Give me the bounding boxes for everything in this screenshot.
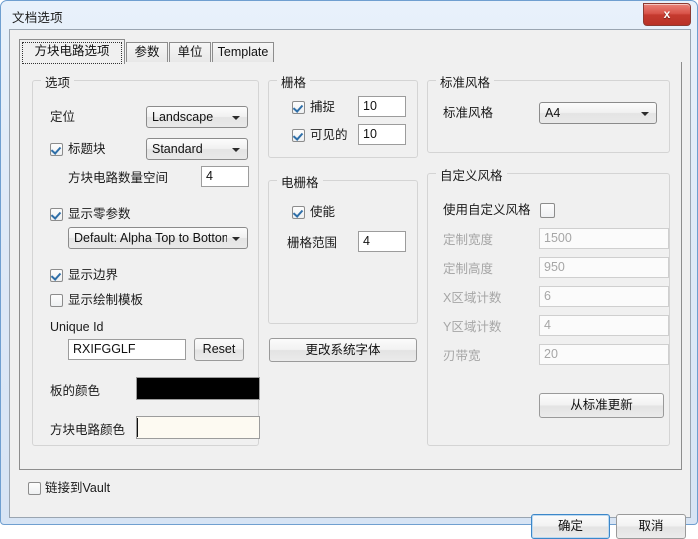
x-zones-label: X区域计数 — [443, 291, 502, 305]
sheet-number-space-input[interactable]: 4 — [201, 166, 249, 187]
tab-template[interactable]: Template — [212, 42, 274, 63]
show-template-label: 显示绘制模板 — [68, 293, 144, 307]
options-group: 选项 定位 Landscape 标题块 Standard 方块电路数量空间 4 … — [32, 72, 260, 446]
sheet-number-space-label: 方块电路数量空间 — [68, 171, 169, 185]
standard-style-group: 标准风格 标准风格 A4 — [427, 72, 670, 153]
tab-template-label: Template — [217, 45, 269, 59]
visible-grid-input[interactable]: 10 — [358, 124, 406, 145]
title-block-checkbox[interactable] — [50, 143, 63, 156]
custom-height-label: 定制高度 — [443, 262, 494, 276]
tab-units-label: 单位 — [177, 45, 203, 59]
margin-width-input[interactable]: 20 — [539, 344, 669, 365]
y-zones-input[interactable]: 4 — [539, 315, 669, 336]
visible-grid-checkbox[interactable] — [292, 129, 305, 142]
options-group-legend: 选项 — [41, 72, 75, 91]
snap-grid-label: 捕捉 — [310, 100, 336, 114]
ok-button[interactable]: 确定 — [531, 514, 610, 539]
tab-page-sheet-options: 选项 定位 Landscape 标题块 Standard 方块电路数量空间 4 … — [19, 62, 682, 470]
sheet-color-swatch[interactable] — [136, 416, 260, 439]
show-template-checkbox[interactable] — [50, 294, 63, 307]
tab-focus-ring — [22, 42, 122, 64]
custom-style-group: 自定义风格 使用自定义风格 定制宽度 1500 定制高度 950 X区域计数 6… — [427, 165, 670, 446]
visible-grid-label: 可见的 — [310, 128, 348, 142]
chevron-down-icon — [232, 148, 240, 152]
dialog-client-area: 方块电路选项 参数 单位 Template 选项 定位 Landscape 标题… — [9, 29, 691, 539]
chevron-down-icon — [232, 116, 240, 120]
parameter-ordering-value: Default: Alpha Top to Bottom — [74, 231, 227, 245]
custom-height-input[interactable]: 950 — [539, 257, 669, 278]
title-block-value: Standard — [152, 142, 203, 156]
electrical-grid-range-label: 栅格范围 — [287, 236, 338, 250]
standard-style-group-legend: 标准风格 — [436, 72, 495, 91]
chevron-down-icon — [641, 112, 649, 116]
parameter-ordering-combo[interactable]: Default: Alpha Top to Bottom — [68, 227, 248, 249]
custom-width-input[interactable]: 1500 — [539, 228, 669, 249]
title-bar: 文档选项 x — [1, 1, 697, 29]
snap-grid-input[interactable]: 10 — [358, 96, 406, 117]
use-custom-style-checkbox[interactable] — [540, 203, 555, 218]
board-color-swatch[interactable] — [136, 377, 260, 400]
snap-grid-checkbox[interactable] — [292, 101, 305, 114]
orientation-label: 定位 — [50, 110, 76, 124]
text-caret — [137, 418, 138, 437]
title-block-combo[interactable]: Standard — [146, 138, 248, 160]
change-system-font-button[interactable]: 更改系统字体 — [269, 338, 417, 362]
grid-group-legend: 栅格 — [277, 72, 311, 91]
use-custom-style-label: 使用自定义风格 — [443, 203, 531, 217]
link-to-vault-checkbox[interactable] — [28, 482, 41, 495]
close-icon: x — [663, 7, 671, 21]
close-button[interactable]: x — [643, 3, 691, 26]
tab-strip: 方块电路选项 参数 单位 Template — [19, 39, 682, 64]
tab-units[interactable]: 单位 — [169, 42, 211, 63]
unique-id-input[interactable]: RXIFGGLF — [68, 339, 186, 360]
dialog-window: 文档选项 x 方块电路选项 参数 单位 Template 选项 定位 Lands… — [0, 0, 698, 539]
unique-id-label: Unique Id — [50, 320, 104, 334]
reset-button[interactable]: Reset — [194, 338, 244, 361]
orientation-combo[interactable]: Landscape — [146, 106, 248, 128]
window-title: 文档选项 — [12, 11, 63, 25]
update-from-standard-button[interactable]: 从标准更新 — [539, 393, 664, 418]
board-color-label: 板的颜色 — [50, 384, 101, 398]
electrical-grid-group: 电栅格 使能 栅格范围 4 — [268, 172, 418, 324]
chevron-down-icon — [232, 237, 240, 241]
margin-width-label: 刃带宽 — [443, 349, 481, 363]
show-zero-params-label: 显示零参数 — [68, 207, 131, 221]
standard-style-label: 标准风格 — [443, 106, 494, 120]
electrical-grid-enable-label: 使能 — [310, 205, 336, 219]
custom-width-label: 定制宽度 — [443, 233, 494, 247]
cancel-button[interactable]: 取消 — [616, 514, 686, 539]
tab-parameters[interactable]: 参数 — [126, 42, 168, 63]
show-zero-params-checkbox[interactable] — [50, 208, 63, 221]
custom-style-group-legend: 自定义风格 — [436, 165, 507, 184]
electrical-grid-range-input[interactable]: 4 — [358, 231, 406, 252]
electrical-grid-group-legend: 电栅格 — [277, 172, 323, 191]
x-zones-input[interactable]: 6 — [539, 286, 669, 307]
standard-style-combo[interactable]: A4 — [539, 102, 657, 124]
tab-sheet-options[interactable]: 方块电路选项 — [19, 39, 125, 64]
title-block-label: 标题块 — [68, 142, 106, 156]
grid-group: 栅格 捕捉 10 可见的 10 — [268, 72, 418, 158]
sheet-color-label: 方块电路颜色 — [50, 423, 126, 437]
link-to-vault-label: 链接到Vault — [45, 481, 111, 495]
y-zones-label: Y区域计数 — [443, 320, 502, 334]
electrical-grid-enable-checkbox[interactable] — [292, 206, 305, 219]
tab-parameters-label: 参数 — [134, 45, 160, 59]
show-border-label: 显示边界 — [68, 268, 119, 282]
show-border-checkbox[interactable] — [50, 269, 63, 282]
standard-style-value: A4 — [545, 106, 561, 120]
orientation-value: Landscape — [152, 110, 214, 124]
